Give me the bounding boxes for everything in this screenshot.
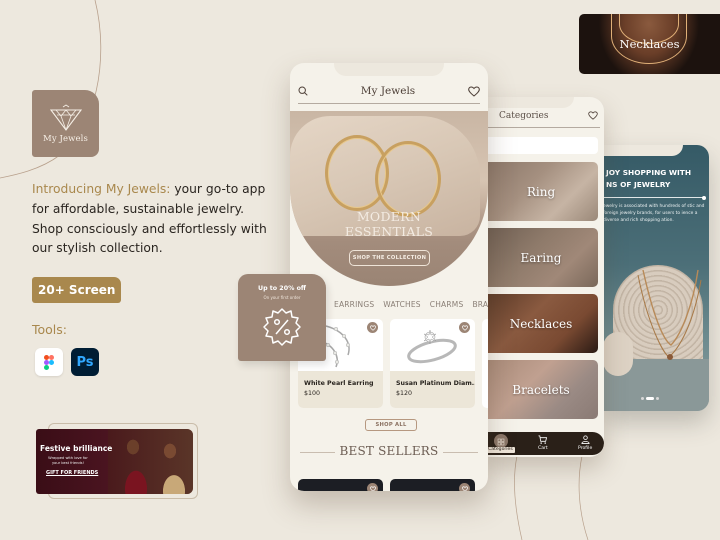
category-tile-bracelets[interactable]: Bracelets bbox=[484, 360, 598, 419]
heart-icon bbox=[369, 324, 376, 331]
pagination-dots[interactable] bbox=[641, 397, 659, 400]
photoshop-icon: Ps bbox=[71, 348, 99, 376]
percent-badge-icon bbox=[263, 308, 301, 346]
categories-screen: Categories Ring Earing Necklaces Bracele… bbox=[484, 97, 604, 457]
onboarding-description: ewelry is associated with hundreds of st… bbox=[603, 204, 705, 223]
favorite-button[interactable] bbox=[459, 322, 470, 333]
screens-count-badge: 20+ Screen bbox=[32, 277, 122, 303]
heart-icon[interactable] bbox=[588, 111, 598, 120]
nav-label: Profile bbox=[578, 446, 593, 451]
tools-label: Tools: bbox=[32, 322, 68, 337]
product-price: $100 bbox=[304, 390, 321, 397]
necklaces-banner[interactable]: Necklaces bbox=[579, 14, 720, 74]
phone-notch bbox=[484, 97, 574, 108]
nav-label: Cart bbox=[538, 446, 548, 451]
onboarding-divider bbox=[603, 197, 705, 198]
category-label: Ring bbox=[526, 184, 556, 199]
favorite-button[interactable] bbox=[367, 322, 378, 333]
heart-icon[interactable] bbox=[468, 85, 480, 97]
app-title: My Jewels bbox=[360, 85, 416, 97]
onboarding-title: JOY SHOPPING WITH NS OF JEWELRY bbox=[606, 168, 692, 189]
platinum-ring-photo bbox=[407, 329, 457, 364]
product-price: $120 bbox=[396, 390, 413, 397]
heart-icon bbox=[461, 485, 468, 491]
header-divider bbox=[298, 103, 480, 104]
category-search-input[interactable] bbox=[484, 137, 598, 154]
intro-highlight: Introducing My Jewels: bbox=[32, 182, 171, 196]
page-dot-active[interactable] bbox=[646, 397, 654, 400]
tab-charms[interactable]: CHARMS bbox=[430, 300, 464, 309]
product-name: Susan Platinum Diam... bbox=[396, 380, 475, 387]
category-tile-earing[interactable]: Earing bbox=[484, 228, 598, 287]
festive-banner[interactable]: Festive brilliance Wrapped with love for… bbox=[36, 429, 193, 494]
discount-title: Up to 20% off bbox=[257, 285, 307, 292]
header-divider bbox=[484, 127, 600, 128]
banner-photo bbox=[108, 429, 193, 494]
tab-earrings[interactable]: EARRINGS bbox=[334, 300, 374, 309]
search-icon[interactable] bbox=[298, 86, 308, 96]
nav-item-profile[interactable]: Profile bbox=[578, 435, 592, 451]
tab-watches[interactable]: WATCHES bbox=[383, 300, 420, 309]
bottom-nav-bar: Categories Cart Profile bbox=[484, 432, 604, 455]
favorite-button[interactable] bbox=[367, 483, 378, 491]
category-tile-necklaces[interactable]: Necklaces bbox=[484, 294, 598, 353]
category-label: Bracelets bbox=[512, 382, 570, 397]
festive-title: Festive brilliance bbox=[40, 444, 113, 453]
product-card-partial[interactable] bbox=[482, 319, 488, 408]
cart-icon bbox=[538, 435, 548, 444]
tab-bracelets[interactable]: BRAC bbox=[472, 300, 488, 309]
category-label: Earing bbox=[520, 250, 562, 265]
diamond-logo-icon bbox=[49, 103, 82, 131]
onboarding-screen: JOY SHOPPING WITH NS OF JEWELRY ewelry i… bbox=[603, 145, 709, 411]
page-dot[interactable] bbox=[656, 397, 659, 400]
best-sellers-heading: BEST SELLERS bbox=[339, 444, 439, 458]
festive-subtitle: Wrapped with love for your best friends! bbox=[48, 456, 88, 465]
heart-icon bbox=[461, 324, 468, 331]
app-header: My Jewels bbox=[298, 80, 480, 102]
category-tile-ring[interactable]: Ring bbox=[484, 162, 598, 221]
category-tabs: EARRINGS WATCHES CHARMS BRAC bbox=[334, 300, 488, 309]
shop-all-button[interactable]: SHOP ALL bbox=[365, 419, 417, 431]
figma-icon bbox=[35, 348, 63, 376]
divider-dot bbox=[702, 195, 706, 200]
product-name: White Pearl Earring bbox=[304, 380, 374, 387]
section-divider bbox=[443, 452, 478, 453]
nav-label: Categories bbox=[486, 447, 515, 453]
phone-notch bbox=[334, 63, 444, 76]
grid-icon bbox=[494, 434, 508, 448]
shop-the-collection-button[interactable]: SHOP THE COLLECTION bbox=[349, 250, 430, 266]
logo-text: My Jewels bbox=[43, 133, 88, 144]
necklace-photo-chains bbox=[637, 269, 702, 360]
app-logo-tile: My Jewels bbox=[32, 90, 99, 157]
category-label: Necklaces bbox=[509, 316, 573, 331]
intro-paragraph: Introducing My Jewels: your go-to app fo… bbox=[32, 180, 267, 259]
best-seller-card[interactable] bbox=[390, 479, 475, 491]
product-card[interactable]: Susan Platinum Diam... $120 bbox=[390, 319, 475, 408]
favorite-button[interactable] bbox=[459, 483, 470, 491]
hero-title: MODERN ESSENTIALS bbox=[344, 209, 434, 239]
product-info: White Pearl Earring $100 bbox=[298, 371, 383, 408]
page-dot[interactable] bbox=[641, 397, 644, 400]
hoop-earring-photo bbox=[375, 141, 441, 217]
best-seller-card[interactable] bbox=[298, 479, 383, 491]
nav-item-cart[interactable]: Cart bbox=[538, 435, 548, 451]
gift-for-friends-link[interactable]: GIFT FOR FRIENDS bbox=[46, 470, 98, 476]
necklaces-banner-label: Necklaces bbox=[619, 37, 680, 51]
hero-banner: MODERN ESSENTIALS SHOP THE COLLECTION bbox=[290, 111, 488, 286]
product-info: Susan Platinum Diam... $120 bbox=[390, 371, 475, 408]
discount-badge: Up to 20% off On your first order bbox=[238, 274, 326, 361]
phone-notch bbox=[603, 145, 683, 156]
profile-icon bbox=[581, 435, 590, 444]
discount-subtitle: On your first order bbox=[263, 295, 301, 300]
heart-icon bbox=[369, 485, 376, 491]
categories-title: Categories bbox=[499, 111, 549, 121]
